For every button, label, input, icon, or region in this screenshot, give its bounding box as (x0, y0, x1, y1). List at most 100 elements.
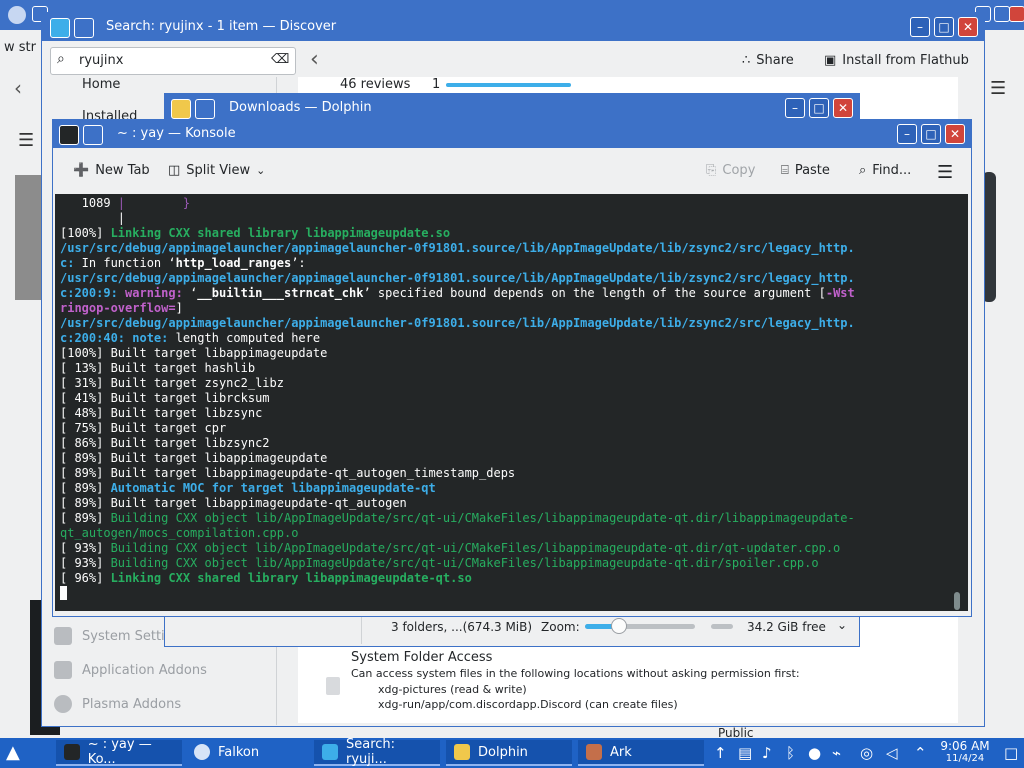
terminal-text: http_load_ranges (175, 256, 292, 270)
terminal-scrollbar[interactable] (954, 592, 960, 610)
dolphin-titlebar[interactable]: Downloads — Dolphin – □ ✕ (165, 94, 859, 122)
task-falkon[interactable]: Falkon (186, 740, 310, 766)
task-konsole[interactable]: ~ : yay — Ko... (56, 737, 182, 767)
nav-plasma-addons[interactable]: Plasma Addons (82, 697, 181, 712)
terminal-cursor (60, 586, 67, 600)
discover-minimize-button[interactable]: – (910, 17, 930, 37)
discover-maximize-button[interactable]: □ (934, 17, 954, 37)
dolphin-app-icon (171, 99, 191, 119)
terminal-text: length computed here (175, 331, 321, 345)
hamburger-menu-icon[interactable]: ☰ (18, 130, 34, 151)
app-launcher-button[interactable]: ▲ (6, 742, 20, 763)
clipboard-icon[interactable]: ▤ (738, 744, 752, 762)
app-launcher-icon[interactable] (8, 6, 26, 24)
terminal-text: [100%] (60, 226, 111, 240)
terminal-text: [ 89%] (60, 481, 111, 495)
task-discover[interactable]: Search: ryuji... (314, 737, 440, 767)
background-right-menu-icon[interactable]: ☰ (990, 78, 1006, 99)
terminal-line: c: In function ‘http_load_ranges’: (60, 256, 306, 271)
terminal-text: /usr/src/debug/appimagelauncher/appimage… (60, 271, 855, 285)
network-icon[interactable]: ⌁ (832, 744, 841, 762)
nav-home[interactable]: Home (82, 77, 120, 92)
dolphin-minimize-button[interactable]: – (785, 98, 805, 118)
terminal-text: [ 31%] Built target zsync2_libz (60, 376, 284, 390)
copy-button[interactable]: ⎘ Copy (706, 163, 755, 178)
window-menu-icon[interactable] (74, 18, 94, 38)
application-addons-icon (54, 661, 72, 679)
expand-tray-icon[interactable]: ⌃ (914, 744, 927, 762)
clear-search-icon[interactable]: ⌫ (271, 52, 289, 67)
konsole-task-icon (64, 744, 80, 760)
dolphin-maximize-button[interactable]: □ (809, 98, 829, 118)
terminal-line: [ 89%] Automatic MOC for target libappim… (60, 481, 436, 496)
copy-icon: ⎘ (706, 163, 717, 178)
task-ark[interactable]: Ark (578, 740, 704, 766)
terminal-line: /usr/src/debug/appimagelauncher/appimage… (60, 241, 855, 256)
install-icon: ▣ (824, 53, 837, 68)
show-desktop-icon[interactable]: □ (1004, 744, 1018, 762)
nav-system-settings[interactable]: System Settin (82, 629, 173, 644)
terminal-text: [ 93%] (60, 541, 111, 555)
terminal-text: [ 93%] (60, 556, 111, 570)
discover-close-button[interactable]: ✕ (958, 17, 978, 37)
volume-icon[interactable]: ♪ (762, 744, 772, 762)
konsole-titlebar[interactable]: ~ : yay — Konsole – □ ✕ (53, 120, 971, 148)
dolphin-window-menu-icon[interactable] (195, 99, 215, 119)
konsole-minimize-button[interactable]: – (897, 124, 917, 144)
notifications-icon[interactable]: ● (808, 744, 821, 762)
terminal-line: c:200:40: note: length computed here (60, 331, 320, 346)
back-arrow-icon[interactable]: ‹ (14, 76, 22, 100)
terminal-text: c:200:9: (60, 286, 126, 300)
dolphin-close-button[interactable]: ✕ (833, 98, 853, 118)
install-label: Install from Flathub (842, 53, 969, 68)
terminal-text: [ 13%] Built target hashlib (60, 361, 256, 375)
tray-arrow-icon[interactable]: ↑ (714, 744, 727, 762)
zoom-slider[interactable] (585, 618, 695, 634)
reviews-count: 1 (432, 77, 441, 92)
terminal-line: [ 89%] Built target libappimageupdate-qt… (60, 466, 515, 481)
paste-button[interactable]: ⌸ Paste (781, 163, 830, 178)
new-tab-button[interactable]: ➕ New Tab (73, 163, 150, 178)
terminal-line: [ 96%] Linking CXX shared library libapp… (60, 571, 472, 586)
zoom-slider-handle[interactable] (611, 618, 627, 634)
dolphin-free-space: 34.2 GiB free (747, 620, 826, 634)
background-maximize-button[interactable] (994, 6, 1010, 22)
konsole-maximize-button[interactable]: □ (921, 124, 941, 144)
split-view-button[interactable]: ◫ Split View ⌄ (168, 163, 265, 178)
task-label: ~ : yay — Ko... (87, 737, 152, 767)
find-label: Find... (872, 163, 912, 178)
terminal-output[interactable]: 1089 | } | [100%] Linking CXX shared libr… (55, 194, 968, 611)
konsole-window-menu-icon[interactable] (83, 125, 103, 145)
clock[interactable]: 9:06 AM 11/4/24 (938, 740, 992, 765)
terminal-text: -Wst (825, 286, 855, 300)
free-space-chevron-icon[interactable]: ⌄ (837, 618, 847, 632)
discover-titlebar[interactable]: Search: ryujinx - 1 item — Discover – □ … (42, 13, 984, 41)
task-label: Ark (610, 744, 632, 760)
dolphin-status-text: 3 folders, ...(674.3 MiB) (391, 620, 533, 634)
konsole-menu-icon[interactable]: ☰ (937, 162, 953, 183)
share-button[interactable]: ∴ Share (742, 53, 794, 68)
discover-back-icon[interactable]: ‹ (310, 47, 319, 72)
terminal-text: ] (175, 301, 183, 315)
dolphin-zoom-label: Zoom: (541, 620, 580, 634)
terminal-line: [ 48%] Built target libzsync (60, 406, 262, 421)
install-flathub-button[interactable]: ▣ Install from Flathub (824, 53, 969, 68)
speaker-icon[interactable]: ◁ (886, 744, 898, 762)
background-close-button[interactable] (1009, 6, 1024, 22)
terminal-text: [ 86%] Built target libzsync2 (60, 436, 270, 450)
terminal-text: [100%] Built target libappimageupdate (60, 346, 328, 360)
discover-search-input[interactable]: ⌕ ryujinx ⌫ (50, 47, 296, 75)
nav-application-addons[interactable]: Application Addons (82, 663, 207, 678)
terminal-line: [ 93%] Building CXX object lib/AppImageU… (60, 556, 819, 571)
find-button[interactable]: ⌕ Find... (859, 163, 911, 178)
copy-label: Copy (722, 163, 756, 178)
terminal-line: [ 89%] Built target libappimageupdate (60, 451, 327, 466)
bluetooth-icon[interactable]: ᛒ (786, 744, 795, 762)
terminal-text: [ 41%] Built target librcksum (60, 391, 270, 405)
terminal-text: | (117, 211, 126, 225)
task-dolphin[interactable]: Dolphin (446, 740, 572, 766)
find-icon: ⌕ (859, 163, 867, 178)
konsole-close-button[interactable]: ✕ (945, 124, 965, 144)
terminal-line: /usr/src/debug/appimagelauncher/appimage… (60, 316, 855, 331)
updates-icon[interactable]: ◎ (860, 744, 873, 762)
